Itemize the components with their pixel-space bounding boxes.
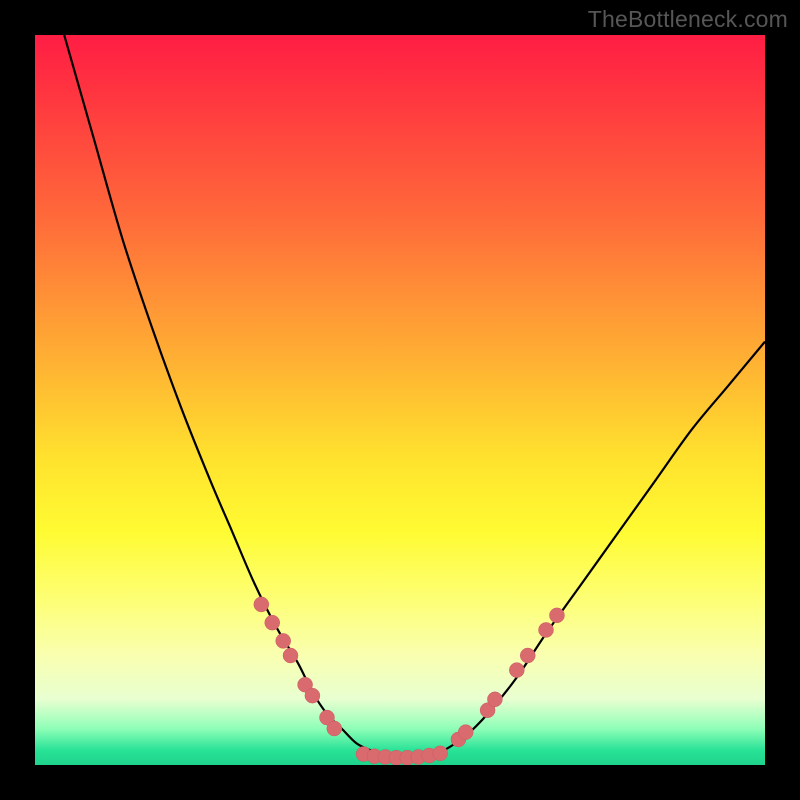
chart-frame: TheBottleneck.com <box>0 0 800 800</box>
data-marker <box>254 597 269 612</box>
chart-svg <box>35 35 765 765</box>
data-marker <box>487 692 502 707</box>
data-marker <box>509 663 524 678</box>
bottleneck-curve <box>64 35 765 758</box>
data-marker <box>539 622 554 637</box>
data-marker <box>520 648 535 663</box>
watermark-text: TheBottleneck.com <box>588 6 788 33</box>
data-marker <box>283 648 298 663</box>
data-marker <box>327 721 342 736</box>
data-marker <box>305 688 320 703</box>
data-marker <box>433 746 448 761</box>
plot-area <box>35 35 765 765</box>
data-marker <box>549 608 564 623</box>
data-marker <box>265 615 280 630</box>
data-marker <box>458 725 473 740</box>
data-marker <box>276 633 291 648</box>
data-markers <box>254 597 565 765</box>
